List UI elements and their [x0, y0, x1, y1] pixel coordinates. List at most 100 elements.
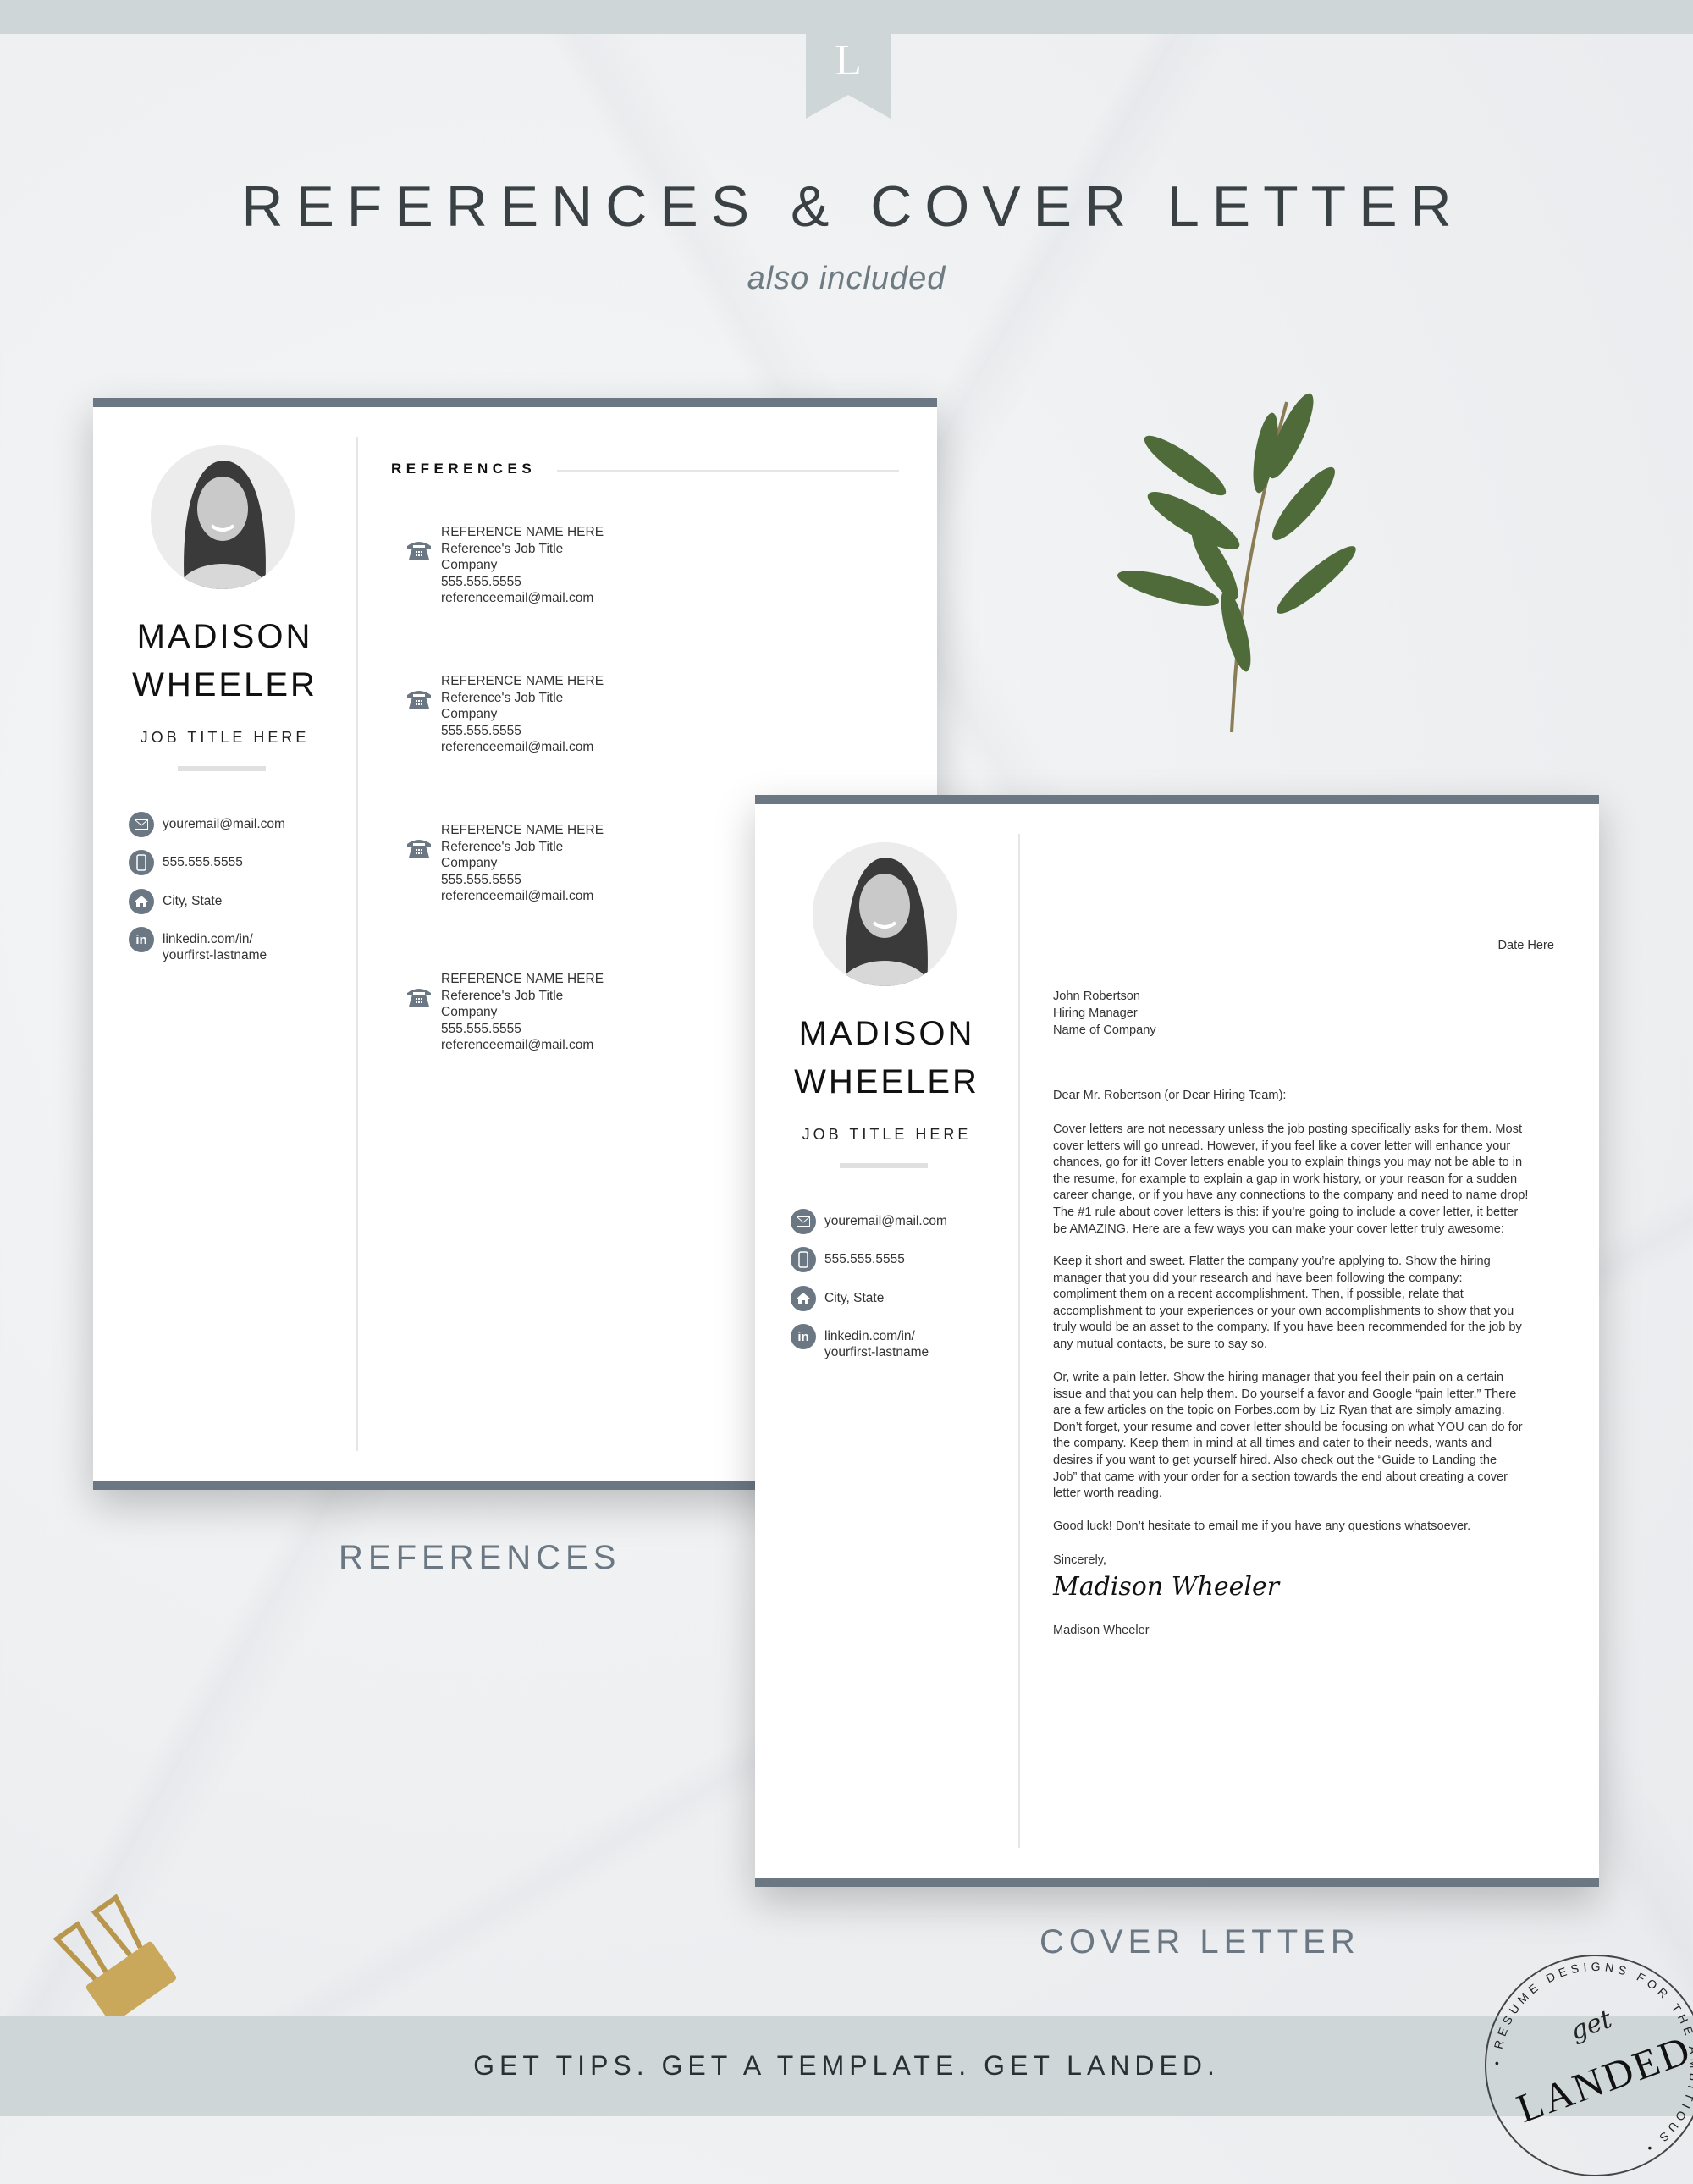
contact-text: 555.555.5555	[163, 850, 243, 870]
letter-paragraph-line: the company. Keep them in mind at all ti…	[1053, 1437, 1492, 1451]
contact-text: linkedin.com/in/yourfirst-lastname	[824, 1324, 929, 1360]
sidebar-divider	[1018, 834, 1020, 1848]
reference-title: Reference's Job Title	[441, 988, 564, 1003]
contact-text: 555.555.5555	[824, 1247, 905, 1267]
mobile-phone-icon	[791, 1247, 816, 1272]
contact-line: linkedin.com/in/	[824, 1329, 915, 1343]
reference-name: REFERENCE NAME HERE	[441, 525, 604, 539]
letter-paragraph-line: career change, or if you have any connec…	[1053, 1189, 1529, 1203]
last-name: WHEELER	[794, 1063, 979, 1100]
reference-title: Reference's Job Title	[441, 541, 564, 556]
envelope-icon	[129, 812, 154, 837]
recipient-line: Name of Company	[1053, 1023, 1156, 1037]
svg-text:get: get	[1567, 2005, 1617, 2047]
letter-paragraph-line: manager that you did your research and h…	[1053, 1271, 1463, 1285]
salutation: Dear Mr. Robertson (or Dear Hiring Team)…	[1053, 1089, 1287, 1102]
reference-title: Reference's Job Title	[441, 690, 564, 705]
linkedin-icon: in	[129, 927, 154, 952]
reference-entry: REFERENCE NAME HERE Reference's Job Title…	[407, 524, 604, 607]
contact-line: youremail@mail.com	[824, 1214, 947, 1228]
references-heading: REFERENCES	[391, 461, 537, 477]
letter-paragraph-line: accomplishment to your experiences or yo…	[1053, 1304, 1514, 1318]
telephone-icon	[406, 539, 432, 565]
mobile-phone-icon	[129, 850, 154, 875]
contact-item: in linkedin.com/in/yourfirst-lastname	[791, 1324, 929, 1360]
recipient-line: Hiring Manager	[1053, 1007, 1138, 1020]
reference-company: Company	[441, 558, 498, 573]
letter-paragraph-line: any mutual contacts, be sure to say so.	[1053, 1337, 1268, 1351]
reference-email: referenceemail@mail.com	[441, 1038, 594, 1053]
reference-phone: 555.555.5555	[441, 1021, 521, 1036]
letter-paragraph-line: letter worth reading.	[1053, 1486, 1162, 1501]
reference-email: referenceemail@mail.com	[441, 740, 594, 755]
letter-paragraph-line: Keep it short and sweet. Flatter the com…	[1053, 1255, 1491, 1268]
contact-item: youremail@mail.com	[791, 1209, 947, 1234]
job-title: JOB TITLE HERE	[802, 1126, 972, 1143]
telephone-icon	[406, 688, 432, 714]
signature: Madison Wheeler	[1053, 1572, 1280, 1602]
footer-tagline: GET TIPS. GET A TEMPLATE. GET LANDED.	[473, 2050, 1220, 2081]
reference-email: referenceemail@mail.com	[441, 591, 594, 606]
reference-entry: REFERENCE NAME HERE Reference's Job Title…	[407, 971, 604, 1054]
contact-item: in linkedin.com/in/yourfirst-lastname	[129, 927, 267, 963]
contact-text: City, State	[163, 889, 222, 909]
letter-paragraph-line: compliment them on a recent accomplishme…	[1053, 1288, 1464, 1302]
letter-paragraph-line: Or, write a pain letter. Show the hiring…	[1053, 1371, 1504, 1384]
profile-photo	[151, 445, 295, 589]
contact-item: 555.555.5555	[129, 850, 243, 875]
letter-paragraph-line: The #1 rule about cover letters is this:…	[1053, 1205, 1519, 1219]
contact-text: youremail@mail.com	[824, 1209, 947, 1229]
closing: Sincerely,	[1053, 1553, 1106, 1567]
contact-text: youremail@mail.com	[163, 812, 285, 832]
reference-company: Company	[441, 1005, 498, 1020]
contact-line: youremail@mail.com	[163, 817, 285, 831]
contact-item: 555.555.5555	[791, 1247, 905, 1272]
letter-paragraph-line: Don’t forget, your resume and cover lett…	[1053, 1420, 1523, 1434]
contact-line: City, State	[824, 1291, 885, 1305]
letter-paragraph-line: Good luck! Don’t hesitate to email me if…	[1053, 1519, 1471, 1533]
get-landed-stamp-logo: • RESUME DESIGNS FOR THE AMBITIOUS • get…	[1485, 1955, 1693, 2176]
letter-paragraph-line: Job” that came with your order for a sec…	[1053, 1470, 1508, 1484]
letter-paragraph-line: the resume, for example to explain a gap…	[1053, 1172, 1518, 1186]
logo-letter: L	[835, 36, 862, 85]
letter-paragraph-line: are a few articles on the topic on Forbe…	[1053, 1404, 1505, 1418]
envelope-icon	[791, 1209, 816, 1234]
reference-entry: REFERENCE NAME HERE Reference's Job Title…	[407, 822, 604, 905]
reference-company: Company	[441, 707, 498, 722]
reference-email: referenceemail@mail.com	[441, 889, 594, 904]
contact-line: yourfirst-lastname	[824, 1345, 929, 1359]
reference-name: REFERENCE NAME HERE	[441, 674, 604, 688]
reference-company: Company	[441, 856, 498, 871]
home-icon	[791, 1286, 816, 1311]
job-title: JOB TITLE HERE	[140, 729, 310, 746]
first-name: MADISON	[136, 618, 313, 655]
telephone-icon	[406, 837, 432, 863]
reference-name: REFERENCE NAME HERE	[441, 823, 604, 837]
reference-phone: 555.555.5555	[441, 723, 521, 738]
letter-paragraph-line: chances, go for it! Cover letters enable…	[1053, 1155, 1523, 1170]
first-name: MADISON	[798, 1015, 975, 1052]
letter-date: Date Here	[1497, 939, 1554, 952]
recipient-line: John Robertson	[1053, 990, 1141, 1003]
name-separator	[840, 1163, 928, 1168]
home-icon	[129, 889, 154, 914]
contact-line: 555.555.5555	[163, 855, 243, 869]
cover-letter-page: MADISON WHEELER JOB TITLE HERE youremail…	[755, 795, 1599, 1887]
contact-item: City, State	[791, 1286, 884, 1311]
olive-branch-decoration	[1117, 393, 1356, 733]
profile-photo	[813, 842, 957, 986]
signed-name: Madison Wheeler	[1053, 1624, 1150, 1637]
letter-paragraph-line: be AMAZING. Here are a few ways you can …	[1053, 1222, 1504, 1236]
contact-line: City, State	[163, 894, 223, 908]
name-separator	[178, 766, 266, 771]
contact-line: linkedin.com/in/	[163, 932, 253, 946]
heading-rule	[557, 470, 899, 472]
letter-paragraph-line: cover letters will go unread. However, i…	[1053, 1139, 1511, 1153]
top-band	[0, 0, 1693, 34]
cover-letter-label: COVER LETTER	[1040, 1923, 1360, 1961]
reference-title: Reference's Job Title	[441, 839, 564, 854]
letter-paragraph-line: Cover letters are not necessary unless t…	[1053, 1122, 1522, 1136]
logo-ribbon: L	[806, 34, 891, 119]
letter-paragraph-line: issue and that you can help them. Do you…	[1053, 1387, 1517, 1401]
contact-item: City, State	[129, 889, 222, 914]
